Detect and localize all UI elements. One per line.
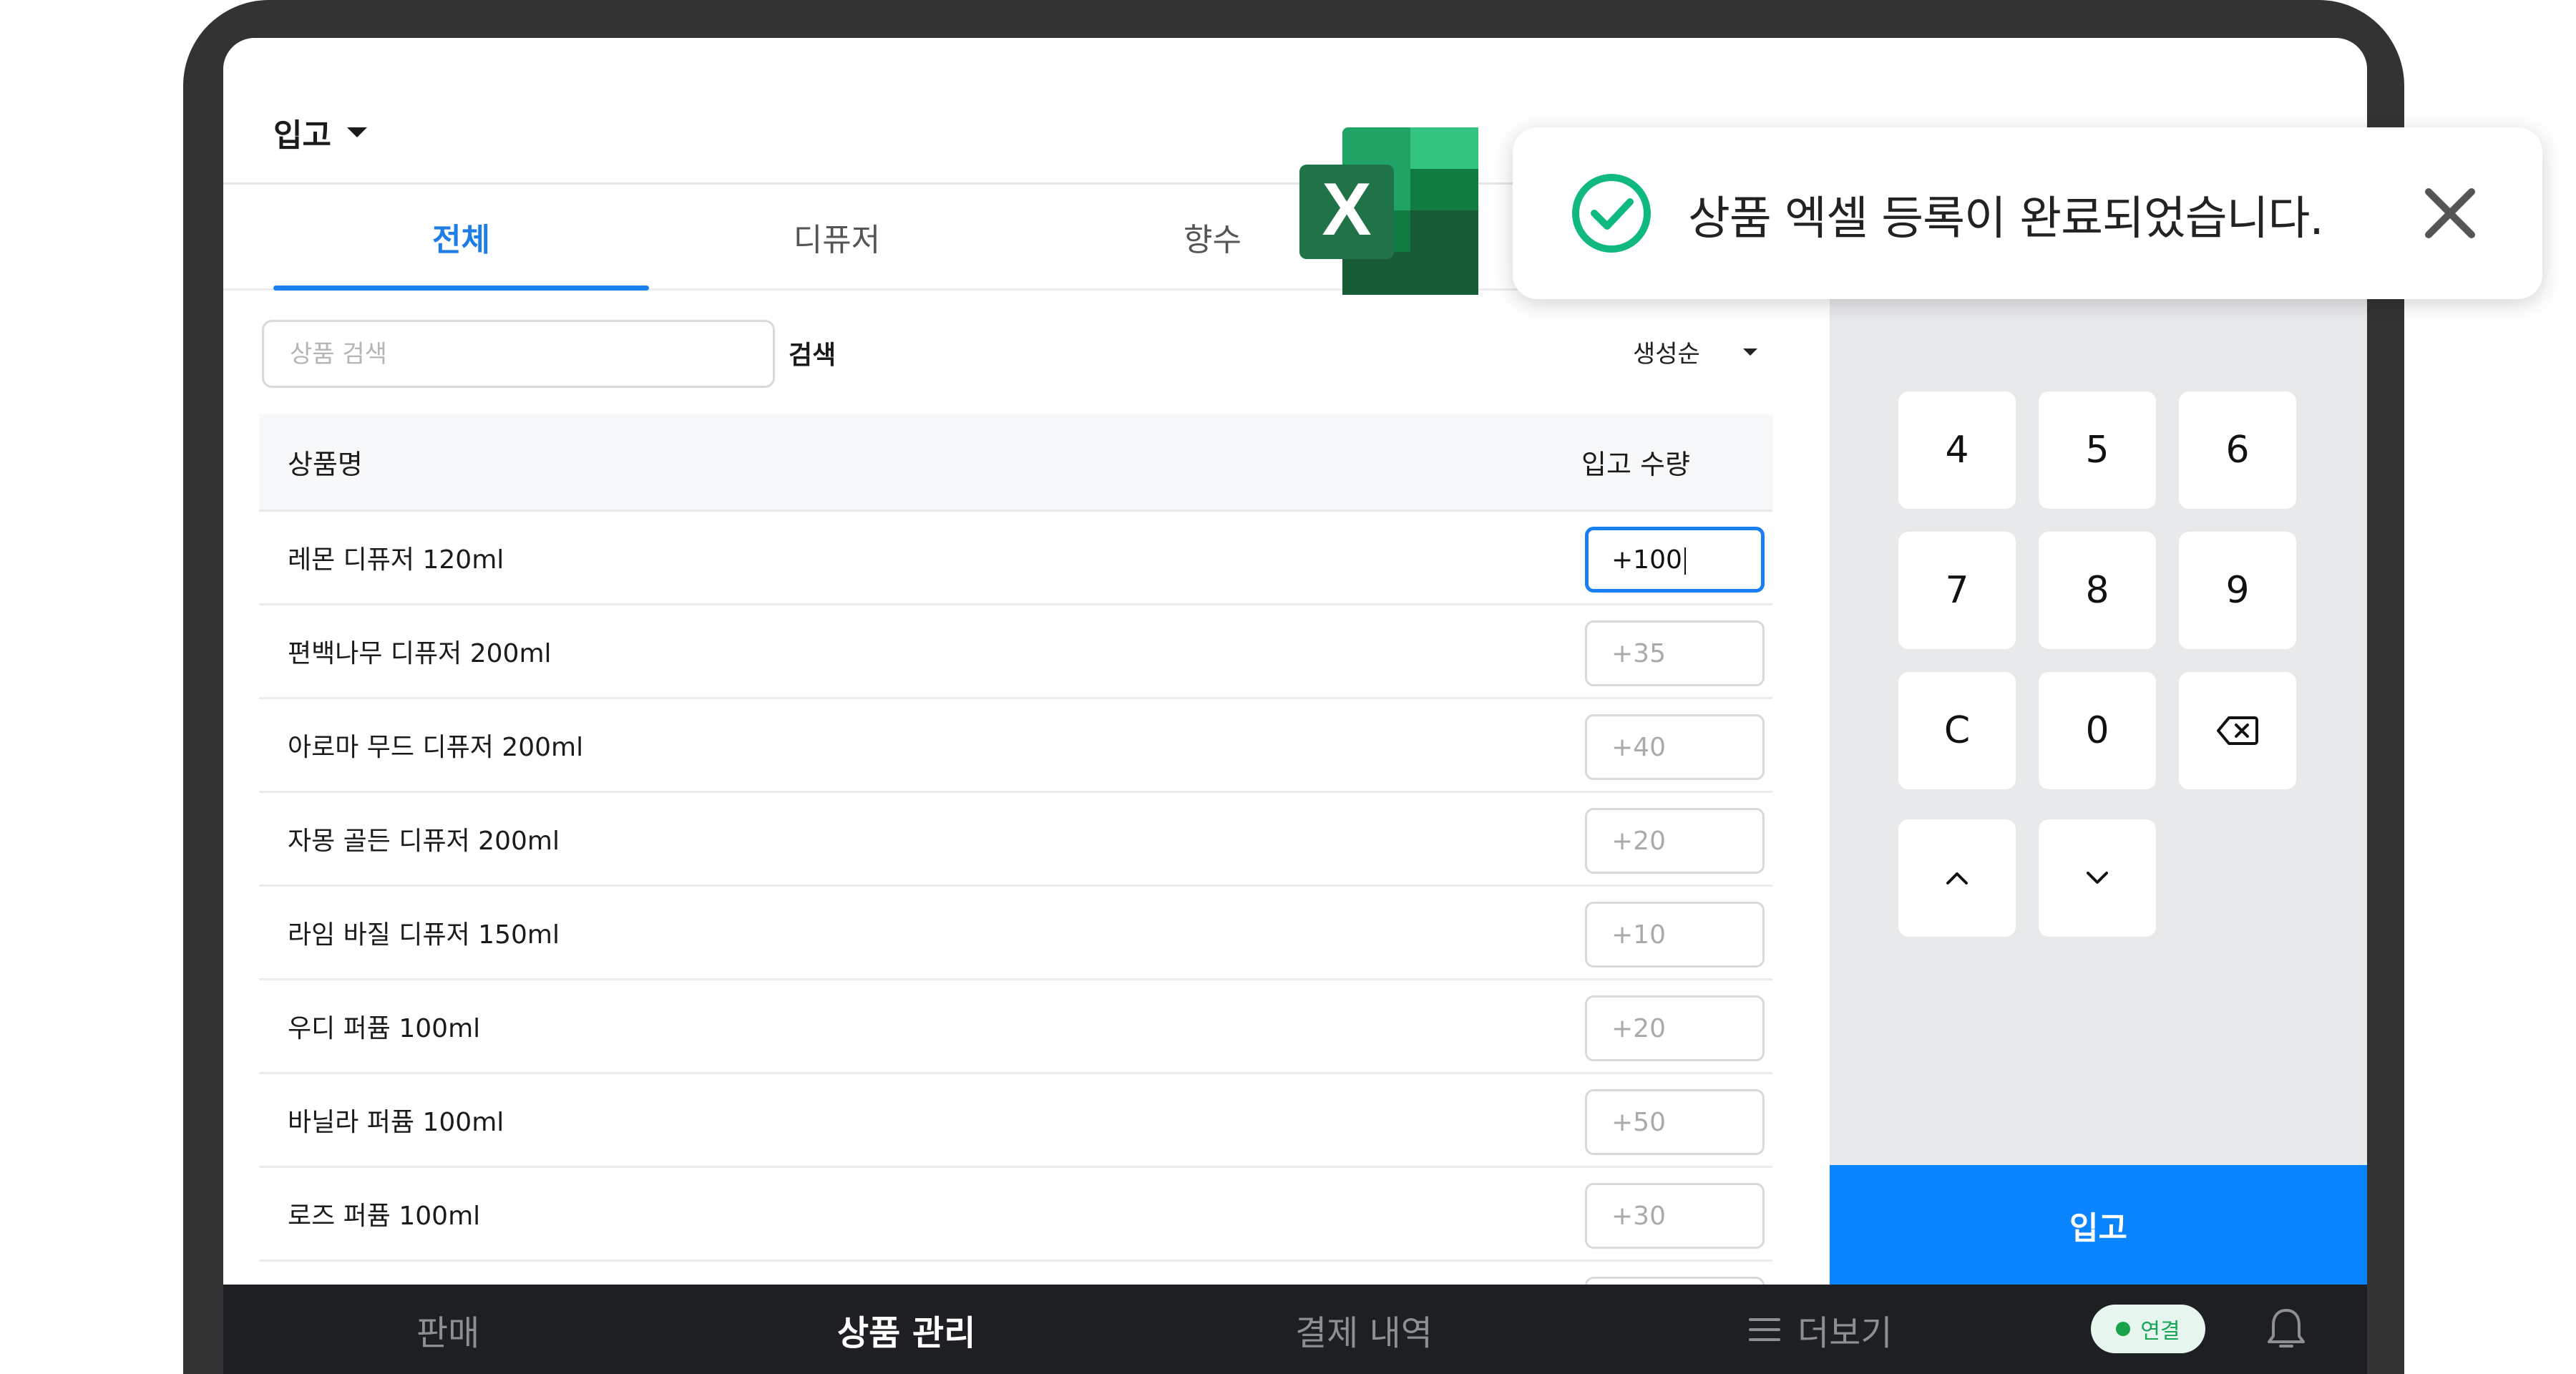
table-row[interactable]: 아로마 무드 디퓨저 200ml +40 bbox=[259, 699, 1772, 793]
backspace-key[interactable] bbox=[2179, 672, 2296, 789]
status-dot bbox=[2116, 1322, 2131, 1336]
connection-status-badge: 연결 bbox=[2091, 1305, 2205, 1353]
tab-diffuser[interactable]: 디퓨저 bbox=[649, 185, 1025, 288]
table-row[interactable]: 편백나무 디퓨저 200ml +35 bbox=[259, 605, 1772, 699]
caret-down-icon bbox=[1742, 348, 1757, 356]
up-key[interactable] bbox=[1898, 819, 2016, 937]
table-header: 상품명 입고 수량 bbox=[259, 414, 1772, 512]
qty-input[interactable]: +20 bbox=[1585, 808, 1765, 874]
page-title: 입고 bbox=[273, 117, 331, 154]
qty-input[interactable]: +100 bbox=[1585, 527, 1765, 593]
product-name: 라임 바질 디퓨저 150ml bbox=[288, 920, 560, 950]
page-title-dropdown[interactable]: 입고 bbox=[273, 109, 367, 155]
excel-letter: X bbox=[1322, 168, 1371, 251]
backspace-icon bbox=[2217, 716, 2258, 745]
tab-all[interactable]: 전체 bbox=[273, 185, 649, 291]
qty-value: +100 bbox=[1611, 545, 1686, 575]
table-row[interactable]: 우디 퍼퓸 100ml +20 bbox=[259, 980, 1772, 1074]
nav-more[interactable]: 더보기 bbox=[1747, 1285, 1892, 1374]
product-table: 상품명 입고 수량 레몬 디퓨저 120ml +100 편백나무 디퓨저 200… bbox=[259, 414, 1772, 1355]
sort-label: 생성순 bbox=[1633, 340, 1700, 369]
table-row[interactable]: 자몽 골든 디퓨저 200ml +20 bbox=[259, 793, 1772, 887]
chevron-down-icon bbox=[2087, 872, 2108, 884]
table-row[interactable]: 레몬 디퓨저 120ml +100 bbox=[259, 512, 1772, 605]
product-name: 아로마 무드 디퓨저 200ml bbox=[288, 733, 584, 762]
product-name: 로즈 퍼퓸 100ml bbox=[288, 1202, 481, 1231]
qty-input[interactable]: +40 bbox=[1585, 714, 1765, 780]
qty-input[interactable]: +50 bbox=[1585, 1089, 1765, 1155]
table-row[interactable]: 바닐라 퍼퓸 100ml +50 bbox=[259, 1074, 1772, 1168]
nav-sales[interactable]: 판매 bbox=[416, 1285, 479, 1374]
key-6[interactable]: 6 bbox=[2179, 391, 2296, 509]
product-name: 레몬 디퓨저 120ml bbox=[288, 545, 504, 575]
nav-more-label: 더보기 bbox=[1797, 1312, 1893, 1353]
qty-input[interactable]: +30 bbox=[1585, 1183, 1765, 1249]
qty-input[interactable]: +10 bbox=[1585, 902, 1765, 968]
caret-down-icon bbox=[346, 127, 367, 137]
excel-icon: X bbox=[1299, 127, 1481, 298]
search-input[interactable] bbox=[262, 320, 775, 388]
key-7[interactable]: 7 bbox=[1898, 532, 2016, 649]
close-icon[interactable] bbox=[2421, 185, 2479, 242]
connection-label: 연결 bbox=[2140, 1319, 2180, 1344]
key-8[interactable]: 8 bbox=[2039, 532, 2156, 649]
down-key[interactable] bbox=[2039, 819, 2156, 937]
column-header-name: 상품명 bbox=[288, 449, 363, 480]
chevron-up-icon bbox=[1946, 872, 1968, 885]
sort-dropdown[interactable]: 생성순 bbox=[1633, 334, 1757, 369]
key-0[interactable]: 0 bbox=[2039, 672, 2156, 789]
product-name: 편백나무 디퓨저 200ml bbox=[288, 639, 552, 668]
keypad-panel: 4 5 6 7 8 9 C 0 bbox=[1830, 185, 2367, 1204]
page: 입고 전체 디퓨저 향수 검색 생성순 상품명 입고 수량 레몬 디퓨저 120… bbox=[0, 0, 2576, 1374]
key-9[interactable]: 9 bbox=[2179, 532, 2296, 649]
table-row[interactable]: 라임 바질 디퓨저 150ml +10 bbox=[259, 887, 1772, 980]
product-name: 바닐라 퍼퓸 100ml bbox=[288, 1108, 504, 1137]
bottom-nav: 판매 상품 관리 결제 내역 더보기 연결 bbox=[223, 1285, 2367, 1374]
key-5[interactable]: 5 bbox=[2039, 391, 2156, 509]
nav-product-management[interactable]: 상품 관리 bbox=[837, 1285, 975, 1374]
qty-input[interactable]: +35 bbox=[1585, 620, 1765, 686]
column-header-qty: 입고 수량 bbox=[1581, 449, 1690, 480]
product-name: 우디 퍼퓸 100ml bbox=[288, 1014, 481, 1043]
bell-icon[interactable] bbox=[2266, 1306, 2306, 1353]
qty-input[interactable]: +20 bbox=[1585, 995, 1765, 1061]
search-button[interactable]: 검색 bbox=[789, 334, 836, 371]
table-row[interactable]: 로즈 퍼퓸 100ml +30 bbox=[259, 1168, 1772, 1262]
toast-message: 상품 엑셀 등록이 완료되었습니다. bbox=[1688, 193, 2324, 245]
nav-payment-history[interactable]: 결제 내역 bbox=[1295, 1285, 1433, 1374]
menu-icon bbox=[1749, 1317, 1780, 1341]
stock-in-button[interactable]: 입고 bbox=[1830, 1165, 2367, 1285]
toast-notification: 상품 엑셀 등록이 완료되었습니다. bbox=[1513, 127, 2542, 299]
key-4[interactable]: 4 bbox=[1898, 391, 2016, 509]
key-clear[interactable]: C bbox=[1898, 672, 2016, 789]
product-name: 자몽 골든 디퓨저 200ml bbox=[288, 827, 560, 856]
check-circle-icon bbox=[1572, 174, 1651, 253]
